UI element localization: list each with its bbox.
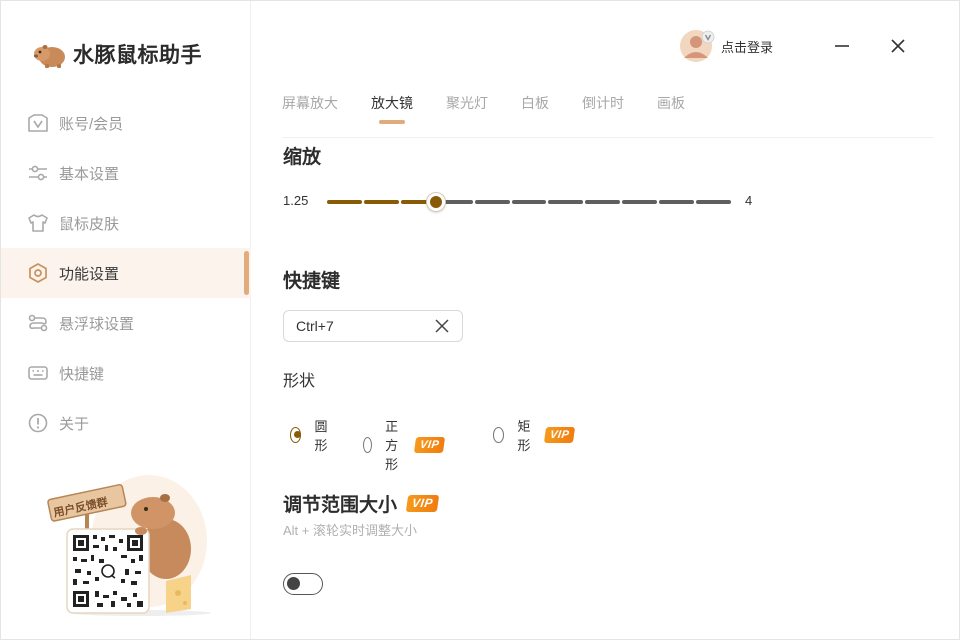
minimize-button[interactable] xyxy=(827,31,857,61)
slider-segment xyxy=(585,200,621,204)
hexagon-settings-icon xyxy=(27,262,49,284)
tab-drawing-board[interactable]: 画板 xyxy=(657,93,685,113)
slider-segment xyxy=(622,200,658,204)
sidebar-item-label: 快捷键 xyxy=(59,365,105,383)
radio-dot xyxy=(493,427,505,443)
app-window: 水豚鼠标助手 账号/会员 基本设置 鼠标皮肤 功能设置 悬浮球设置 快捷键 关于… xyxy=(0,0,960,640)
slider-segment xyxy=(511,200,547,204)
hotkey-input[interactable]: Ctrl+7 xyxy=(283,310,463,342)
clear-hotkey-icon[interactable] xyxy=(434,318,450,334)
feature-tabs: 屏幕放大 放大镜 聚光灯 白板 倒计时 画板 xyxy=(282,93,718,124)
login-button[interactable]: 点击登录 xyxy=(679,28,773,64)
sidebar-item-hotkeys[interactable]: 快捷键 xyxy=(1,348,251,398)
radio-dot xyxy=(363,436,373,453)
shape-radio-circle[interactable]: 圆形 xyxy=(290,416,332,454)
route-icon xyxy=(27,312,49,334)
tab-screen-zoom[interactable]: 屏幕放大 xyxy=(282,93,338,113)
sidebar-item-feature-settings[interactable]: 功能设置 xyxy=(1,248,251,298)
vip-badge: VIP xyxy=(405,495,440,512)
zoom-min-label: 1.25 xyxy=(283,193,309,208)
range-title-row: 调节范围大小 VIP xyxy=(283,490,440,517)
zoom-max-label: 4 xyxy=(745,193,753,208)
slider-segment xyxy=(696,200,731,204)
close-icon xyxy=(891,39,905,53)
toggle-knob xyxy=(287,577,300,590)
radio-label: 正方形 xyxy=(385,419,399,472)
user-avatar-icon xyxy=(680,30,715,62)
tab-magnifier[interactable]: 放大镜 xyxy=(371,93,413,124)
radio-label: 矩形 xyxy=(517,419,531,453)
range-toggle[interactable] xyxy=(283,573,323,595)
brand: 水豚鼠标助手 xyxy=(33,39,202,69)
sidebar-nav: 账号/会员 基本设置 鼠标皮肤 功能设置 悬浮球设置 快捷键 关于 xyxy=(1,98,251,448)
shape-title: 形状 xyxy=(283,373,316,390)
feedback-group-qr-illustration[interactable] xyxy=(41,471,221,621)
sidebar-item-label: 功能设置 xyxy=(59,265,120,283)
close-button[interactable] xyxy=(883,31,913,61)
hotkey-title: 快捷键 xyxy=(283,271,341,292)
tabs-divider xyxy=(282,137,934,138)
sliders-icon xyxy=(27,162,49,184)
tab-spotlight[interactable]: 聚光灯 xyxy=(446,93,488,113)
sidebar-item-basic-settings[interactable]: 基本设置 xyxy=(1,148,251,198)
sidebar-item-label: 关于 xyxy=(59,415,90,433)
sidebar-item-label: 基本设置 xyxy=(59,165,120,183)
range-hint: Alt + 滚轮实时调整大小 xyxy=(283,523,417,538)
sidebar-item-label: 账号/会员 xyxy=(59,115,124,133)
vip-badge: VIP xyxy=(543,427,576,443)
sidebar-item-float-ball[interactable]: 悬浮球设置 xyxy=(1,298,251,348)
slider-segment xyxy=(474,200,510,204)
slider-segment xyxy=(659,200,695,204)
minimize-icon xyxy=(835,45,849,47)
hotkey-value: Ctrl+7 xyxy=(296,318,334,334)
sidebar-item-label: 悬浮球设置 xyxy=(59,315,135,333)
tab-whiteboard[interactable]: 白板 xyxy=(521,93,549,113)
slider-segment xyxy=(363,200,399,204)
range-title: 调节范围大小 xyxy=(283,495,398,516)
login-label: 点击登录 xyxy=(721,39,774,55)
zoom-slider[interactable] xyxy=(327,193,731,211)
app-name: 水豚鼠标助手 xyxy=(73,44,202,67)
sidebar: 水豚鼠标助手 账号/会员 基本设置 鼠标皮肤 功能设置 悬浮球设置 快捷键 关于… xyxy=(1,1,251,639)
info-icon xyxy=(27,412,49,434)
avatar xyxy=(679,28,715,64)
shape-radio-rectangle[interactable]: 矩形 VIP xyxy=(493,416,576,454)
slider-segment xyxy=(327,200,362,204)
radio-label: 圆形 xyxy=(314,419,328,453)
vip-card-icon xyxy=(27,112,49,134)
keyboard-icon xyxy=(27,362,49,384)
vip-badge: VIP xyxy=(413,436,446,453)
zoom-slider-row: 1.25 4 xyxy=(283,191,763,213)
capybara-logo-icon xyxy=(34,45,65,68)
shape-radio-square[interactable]: 正方形 VIP xyxy=(363,416,446,473)
zoom-title: 缩放 xyxy=(283,147,322,168)
radio-dot xyxy=(290,427,302,443)
tab-countdown[interactable]: 倒计时 xyxy=(582,93,624,113)
slider-thumb[interactable] xyxy=(427,193,446,211)
tshirt-icon xyxy=(27,212,49,234)
slider-segment xyxy=(548,200,584,204)
sidebar-item-about[interactable]: 关于 xyxy=(1,398,251,448)
sidebar-item-label: 鼠标皮肤 xyxy=(59,215,120,233)
sidebar-item-mouse-skin[interactable]: 鼠标皮肤 xyxy=(1,198,251,248)
sidebar-item-account[interactable]: 账号/会员 xyxy=(1,98,251,148)
